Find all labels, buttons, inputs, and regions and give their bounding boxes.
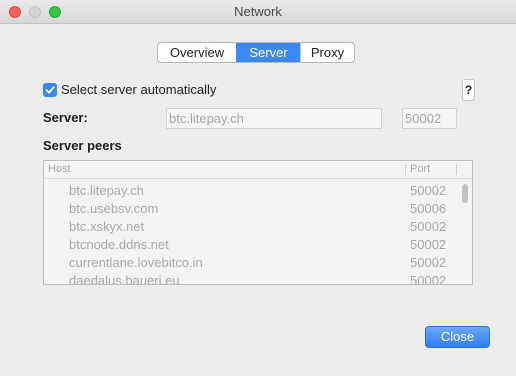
title-bar: Network bbox=[0, 0, 516, 24]
column-header-port[interactable]: Port bbox=[410, 161, 430, 178]
checkmark-icon bbox=[45, 86, 55, 94]
table-row[interactable]: daedalus.bauerj.eu 50002 bbox=[44, 272, 456, 285]
tab-bar: Overview Server Proxy bbox=[157, 42, 355, 63]
column-divider bbox=[405, 164, 406, 175]
table-row[interactable]: currentlane.lovebitco.in 50002 bbox=[44, 254, 456, 272]
auto-select-label[interactable]: Select server automatically bbox=[61, 82, 216, 98]
column-divider bbox=[456, 164, 457, 175]
tab-overview[interactable]: Overview bbox=[158, 43, 236, 62]
peer-host: currentlane.lovebitco.in bbox=[69, 255, 203, 270]
peer-port: 50002 bbox=[410, 237, 447, 252]
help-button[interactable]: ? bbox=[462, 79, 475, 101]
table-rows: btc.litepay.ch 50002 btc.usebsv.com 5000… bbox=[44, 182, 456, 285]
peer-port: 50002 bbox=[410, 219, 447, 234]
peer-host: daedalus.bauerj.eu bbox=[69, 273, 180, 285]
table-row[interactable]: btc.xskyx.net 50002 bbox=[44, 218, 456, 236]
table-row[interactable]: btcnode.ddns.net 50002 bbox=[44, 236, 456, 254]
table-header: Host Port bbox=[44, 161, 472, 179]
peer-host: btc.usebsv.com bbox=[69, 201, 159, 216]
network-window: Network Overview Server Proxy Select ser… bbox=[0, 0, 516, 376]
auto-select-checkbox[interactable] bbox=[43, 83, 57, 97]
server-host-input[interactable] bbox=[166, 108, 382, 129]
server-peers-label: Server peers bbox=[43, 138, 122, 153]
peer-host: btcnode.ddns.net bbox=[69, 237, 169, 252]
peer-host: btc.litepay.ch bbox=[69, 183, 144, 198]
peer-port: 50002 bbox=[410, 255, 447, 270]
server-label: Server: bbox=[43, 110, 88, 125]
peer-host: btc.xskyx.net bbox=[69, 219, 145, 234]
peer-port: 50006 bbox=[410, 201, 447, 216]
tab-proxy[interactable]: Proxy bbox=[300, 43, 354, 62]
table-row[interactable]: btc.litepay.ch 50002 bbox=[44, 182, 456, 200]
peer-port: 50002 bbox=[410, 273, 447, 285]
scrollbar-thumb[interactable] bbox=[462, 184, 468, 203]
table-row[interactable]: btc.usebsv.com 50006 bbox=[44, 200, 456, 218]
peer-port: 50002 bbox=[410, 183, 447, 198]
column-header-host[interactable]: Host bbox=[48, 161, 71, 178]
window-title: Network bbox=[234, 4, 282, 19]
tab-server[interactable]: Server bbox=[236, 43, 300, 62]
close-button[interactable]: Close bbox=[425, 326, 490, 348]
server-peers-table: Host Port btc.litepay.ch 50002 btc.usebs… bbox=[43, 160, 473, 285]
server-port-input[interactable] bbox=[402, 108, 457, 129]
